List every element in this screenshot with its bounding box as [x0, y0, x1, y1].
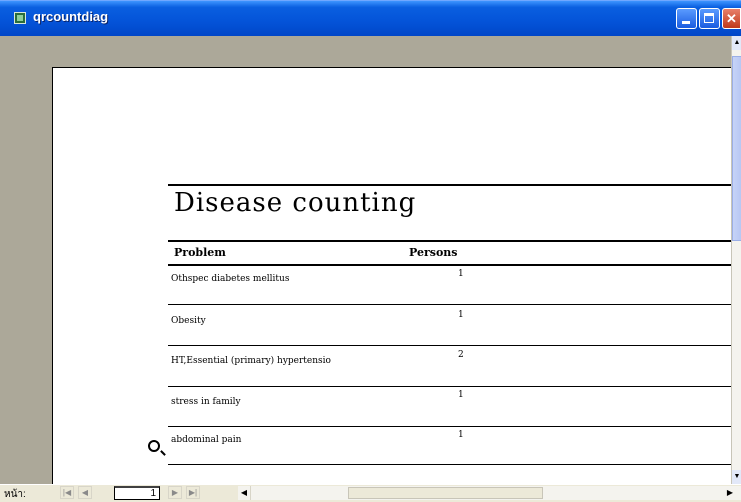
zoom-cursor-icon [148, 440, 160, 452]
first-page-button[interactable]: |◀ [60, 486, 74, 499]
maximize-button[interactable] [699, 8, 720, 29]
report-title: Disease counting [174, 188, 417, 218]
row-problem: stress in family [171, 397, 241, 407]
row-problem: Othspec diabetes mellitus [171, 274, 290, 284]
row-persons: 1 [458, 430, 464, 440]
vertical-scroll-thumb[interactable] [732, 56, 741, 241]
report-page: Disease counting Problem Persons Othspec… [52, 67, 731, 484]
horizontal-scroll-thumb[interactable] [348, 487, 543, 499]
row-persons: 2 [458, 350, 464, 360]
row-persons: 1 [458, 310, 464, 320]
next-page-icon: ▶ [171, 488, 179, 497]
last-page-icon: ▶| [188, 488, 198, 497]
page-navigation-bar: หน้า: |◀ ◀ 1 ▶ ▶| ◀ ▶ [0, 484, 741, 501]
previous-page-icon: ◀ [81, 488, 89, 497]
last-page-button[interactable]: ▶| [186, 486, 200, 499]
row-problem: Obesity [171, 316, 206, 326]
table-row: Obesity 1 [53, 306, 731, 346]
page-number-input[interactable]: 1 [114, 486, 160, 500]
table-row: stress in family 1 [53, 386, 731, 427]
app-icon [14, 12, 26, 24]
close-icon: ✕ [726, 11, 737, 26]
table-row: Othspec diabetes mellitus 1 [53, 266, 731, 306]
horizontal-scrollbar[interactable]: ◀ ▶ [238, 486, 741, 500]
column-header-persons: Persons [409, 246, 458, 259]
row-persons: 1 [458, 269, 464, 279]
close-button[interactable]: ✕ [722, 8, 741, 29]
row-separator [168, 304, 731, 305]
previous-page-button[interactable]: ◀ [78, 486, 92, 499]
table-row: HT,Essential (primary) hypertensio 2 [53, 346, 731, 387]
header-top-rule [168, 240, 731, 242]
column-header-problem: Problem [174, 246, 226, 259]
scroll-up-icon[interactable]: ▲ [732, 36, 741, 50]
minimize-button[interactable] [676, 8, 697, 29]
title-top-rule [168, 184, 731, 186]
scroll-right-icon[interactable]: ▶ [724, 486, 736, 500]
scroll-left-icon[interactable]: ◀ [238, 486, 251, 500]
preview-workspace[interactable]: Disease counting Problem Persons Othspec… [0, 36, 731, 484]
row-problem: abdominal pain [171, 435, 242, 445]
vertical-scrollbar[interactable]: ▲ ▼ [731, 36, 741, 484]
row-problem: HT,Essential (primary) hypertensio [171, 356, 331, 366]
scroll-down-icon[interactable]: ▼ [732, 470, 741, 484]
window-title-bar[interactable]: qrcountdiag ✕ [0, 0, 741, 36]
first-page-icon: |◀ [62, 488, 72, 497]
window-title: qrcountdiag [33, 9, 109, 24]
next-page-button[interactable]: ▶ [168, 486, 182, 499]
row-separator [168, 464, 731, 465]
maximize-icon [704, 13, 714, 23]
minimize-icon [682, 21, 690, 24]
row-persons: 1 [458, 390, 464, 400]
